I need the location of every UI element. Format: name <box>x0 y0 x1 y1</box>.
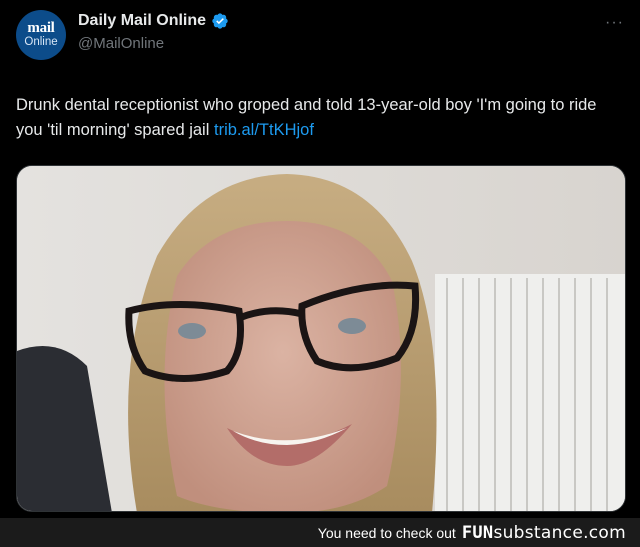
avatar-logo-line1: mail <box>27 20 55 36</box>
avatar-logo-line2: Online <box>24 36 58 48</box>
tweet-card: mail Online Daily Mail Online @MailOnlin… <box>0 0 640 518</box>
tweet-text: Drunk dental receptionist who groped and… <box>16 93 626 143</box>
avatar[interactable]: mail Online <box>16 10 66 60</box>
name-row: Daily Mail Online <box>78 12 229 30</box>
watermark-logo[interactable]: FUNsubstance.com <box>462 523 626 543</box>
verified-badge-icon <box>211 12 229 30</box>
more-options-icon[interactable]: ··· <box>605 14 624 32</box>
tweet-photo[interactable] <box>16 165 626 512</box>
watermark-logo-rest: substance.com <box>493 522 626 543</box>
display-name[interactable]: Daily Mail Online <box>78 12 206 30</box>
user-handle[interactable]: @MailOnline <box>78 35 164 52</box>
tweet-link[interactable]: trib.al/TtKHjof <box>214 121 314 139</box>
watermark-prompt: You need to check out <box>317 524 456 541</box>
watermark-bar: You need to check out FUNsubstance.com <box>0 518 640 547</box>
watermark-logo-fun: FUN <box>461 522 494 543</box>
